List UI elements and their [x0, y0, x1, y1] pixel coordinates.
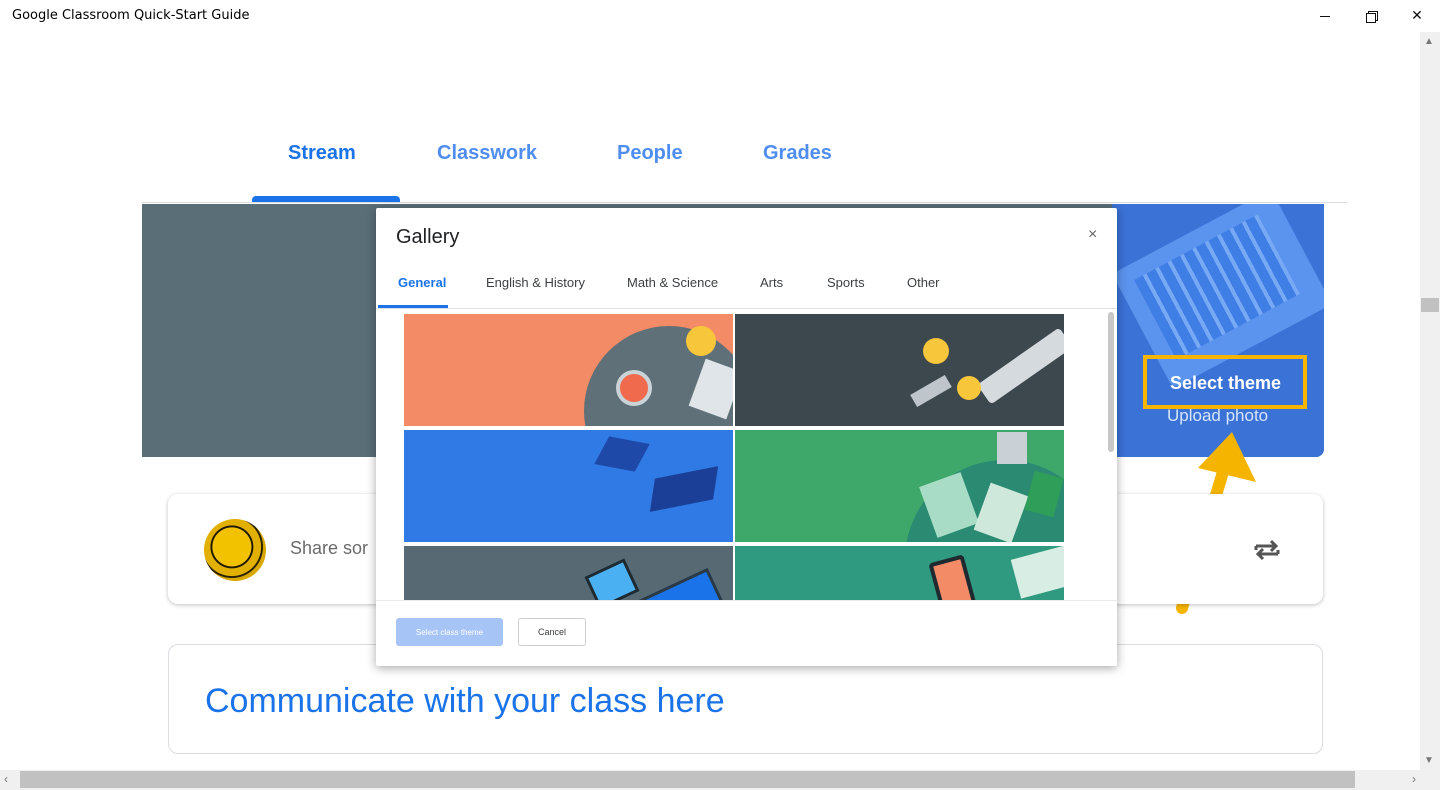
tab-people[interactable]: People	[617, 142, 683, 165]
theme-grid	[404, 314, 1064, 600]
avatar	[204, 519, 266, 581]
cup-illustration	[997, 432, 1027, 464]
gallery-tab-math-science[interactable]: Math & Science	[627, 275, 718, 290]
pen-illustration	[910, 374, 952, 408]
vertical-scrollbar[interactable]: ▲ ▼	[1420, 32, 1440, 770]
tab-stream[interactable]: Stream	[288, 142, 356, 165]
gallery-dialog: Gallery × General English & History Math…	[376, 208, 1117, 666]
scroll-up-icon[interactable]: ▲	[1424, 36, 1434, 47]
laptop-illustration	[635, 567, 733, 600]
theme-tile-tablet-laptop[interactable]	[404, 546, 733, 600]
tab-grades[interactable]: Grades	[763, 142, 832, 165]
select-class-theme-button[interactable]: Select class theme	[396, 618, 503, 646]
minimize-icon	[1320, 15, 1330, 17]
gallery-title: Gallery	[396, 226, 460, 248]
theme-tile-notebook-desk[interactable]	[735, 430, 1064, 542]
window-title: Google Classroom Quick-Start Guide	[12, 8, 250, 23]
close-window-button[interactable]: ✕	[1394, 0, 1440, 32]
tab-classwork[interactable]: Classwork	[437, 142, 537, 165]
restore-icon	[1366, 11, 1378, 23]
gallery-footer-divider	[376, 600, 1117, 601]
cap-illustration	[649, 466, 719, 512]
tablet-illustration	[584, 558, 640, 600]
theme-tile-phone-notes[interactable]	[735, 546, 1064, 600]
scroll-right-icon[interactable]: ›	[1412, 772, 1416, 786]
gallery-tab-english-history[interactable]: English & History	[486, 275, 585, 290]
theme-tile-graduation-caps[interactable]	[404, 430, 733, 542]
gallery-tab-divider	[376, 308, 1117, 309]
cap-illustration	[594, 436, 650, 472]
repost-icon[interactable]	[1250, 533, 1284, 567]
cup-illustration	[616, 370, 652, 406]
theme-tile-graduation-scroll[interactable]	[735, 314, 1064, 426]
scrollbar-corner	[1420, 770, 1440, 790]
scroll-down-icon[interactable]: ▼	[1424, 755, 1434, 766]
coin-illustration	[923, 338, 949, 364]
cancel-button[interactable]: Cancel	[518, 618, 586, 646]
phone-illustration	[928, 554, 978, 600]
share-placeholder[interactable]: Share sor	[290, 538, 368, 559]
tab-divider	[142, 202, 1347, 203]
notes-illustration	[1010, 546, 1064, 599]
donut-illustration	[686, 326, 716, 356]
highlight-box	[1143, 355, 1307, 409]
scroll-illustration	[977, 327, 1064, 405]
horizontal-scroll-thumb[interactable]	[20, 771, 1355, 788]
gallery-tab-arts[interactable]: Arts	[760, 275, 783, 290]
gallery-tab-general[interactable]: General	[398, 275, 446, 290]
scroll-left-icon[interactable]: ‹	[4, 772, 8, 786]
window-titlebar: Google Classroom Quick-Start Guide ✕	[0, 0, 1440, 32]
close-icon: ✕	[1411, 8, 1423, 24]
gallery-tab-other[interactable]: Other	[907, 275, 940, 290]
gallery-scrollbar[interactable]	[1108, 312, 1114, 452]
horizontal-scrollbar[interactable]: ‹ ›	[0, 770, 1420, 790]
gallery-close-icon[interactable]: ×	[1088, 226, 1097, 244]
coin-illustration	[957, 376, 981, 400]
vertical-scroll-thumb[interactable]	[1421, 298, 1439, 312]
minimize-button[interactable]	[1302, 0, 1348, 32]
theme-tile-coffee-desk[interactable]	[404, 314, 733, 426]
restore-button[interactable]	[1348, 0, 1394, 32]
communicate-heading: Communicate with your class here	[205, 682, 725, 720]
gallery-tab-sports[interactable]: Sports	[827, 275, 865, 290]
